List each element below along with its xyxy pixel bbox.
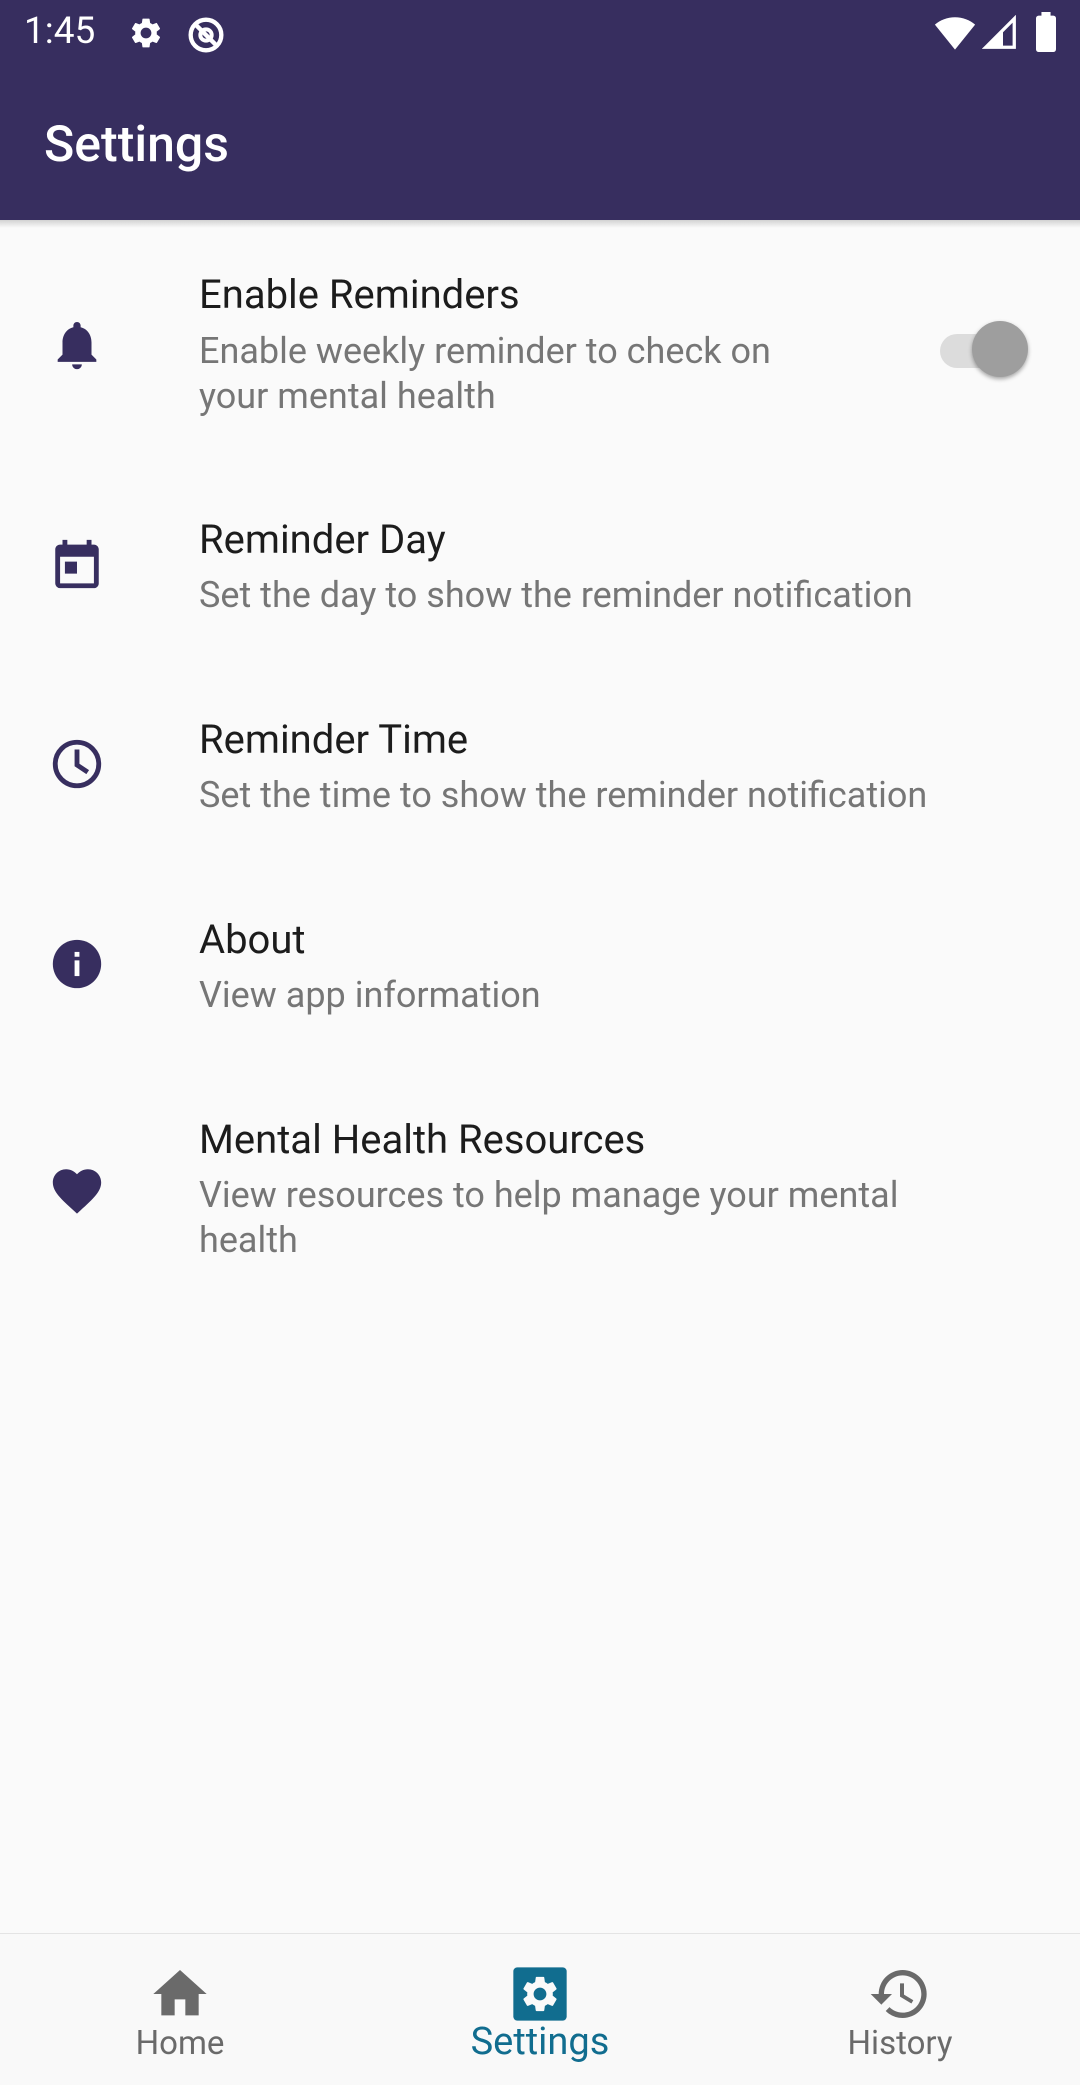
info-icon: [52, 939, 102, 989]
settings-gear-icon: [131, 18, 161, 48]
setting-mental-health-resources[interactable]: Mental Health Resources View resources t…: [0, 1110, 1080, 1290]
app-bar-shadow: [0, 220, 1080, 228]
status-bar: 1:45: [0, 0, 1080, 66]
signal-icon: [982, 15, 1016, 49]
setting-summary: Set the time to show the reminder notifi…: [199, 774, 928, 816]
settings-icon: [513, 1967, 567, 2021]
calendar-icon: [55, 539, 99, 589]
tab-label: Home: [135, 2024, 225, 2063]
setting-title: Reminder Time: [199, 716, 469, 763]
bottom-navigation: Home Settings History: [0, 1933, 1080, 2085]
setting-summary: Enable weekly reminder to check on your …: [199, 330, 771, 417]
setting-title: Mental Health Resources: [199, 1116, 646, 1163]
clock-icon: [52, 739, 102, 789]
setting-summary: View resources to help manage your menta…: [199, 1174, 899, 1261]
setting-title: Reminder Day: [199, 516, 446, 563]
status-time: 1:45: [24, 10, 96, 53]
tab-label: Settings: [470, 2020, 610, 2064]
page-title: Settings: [44, 116, 230, 174]
home-icon: [153, 1970, 207, 2016]
setting-summary: Set the day to show the reminder notific…: [199, 574, 913, 616]
tab-label: History: [847, 2024, 953, 2063]
sync-disabled-icon: [188, 17, 224, 53]
setting-about[interactable]: About View app information: [0, 910, 1080, 1050]
tab-home[interactable]: Home: [0, 1934, 360, 2085]
setting-reminder-time[interactable]: Reminder Time Set the time to show the r…: [0, 710, 1080, 850]
toggle-thumb: [972, 321, 1028, 377]
setting-reminder-day[interactable]: Reminder Day Set the day to show the rem…: [0, 510, 1080, 650]
setting-title: Enable Reminders: [199, 271, 520, 318]
wifi-icon: [934, 17, 976, 50]
enable-reminders-toggle[interactable]: [936, 316, 1028, 377]
setting-title: About: [199, 916, 306, 963]
app-bar: Settings: [0, 66, 1080, 220]
setting-summary: View app information: [199, 974, 541, 1016]
heart-icon: [52, 1169, 102, 1214]
tab-history[interactable]: History: [720, 1934, 1080, 2085]
bell-icon: [57, 322, 97, 370]
setting-enable-reminders[interactable]: Enable Reminders Enable weekly reminder …: [0, 250, 1080, 440]
history-icon: [870, 1970, 927, 2018]
tab-settings[interactable]: Settings: [360, 1934, 720, 2085]
battery-icon: [1036, 12, 1056, 52]
